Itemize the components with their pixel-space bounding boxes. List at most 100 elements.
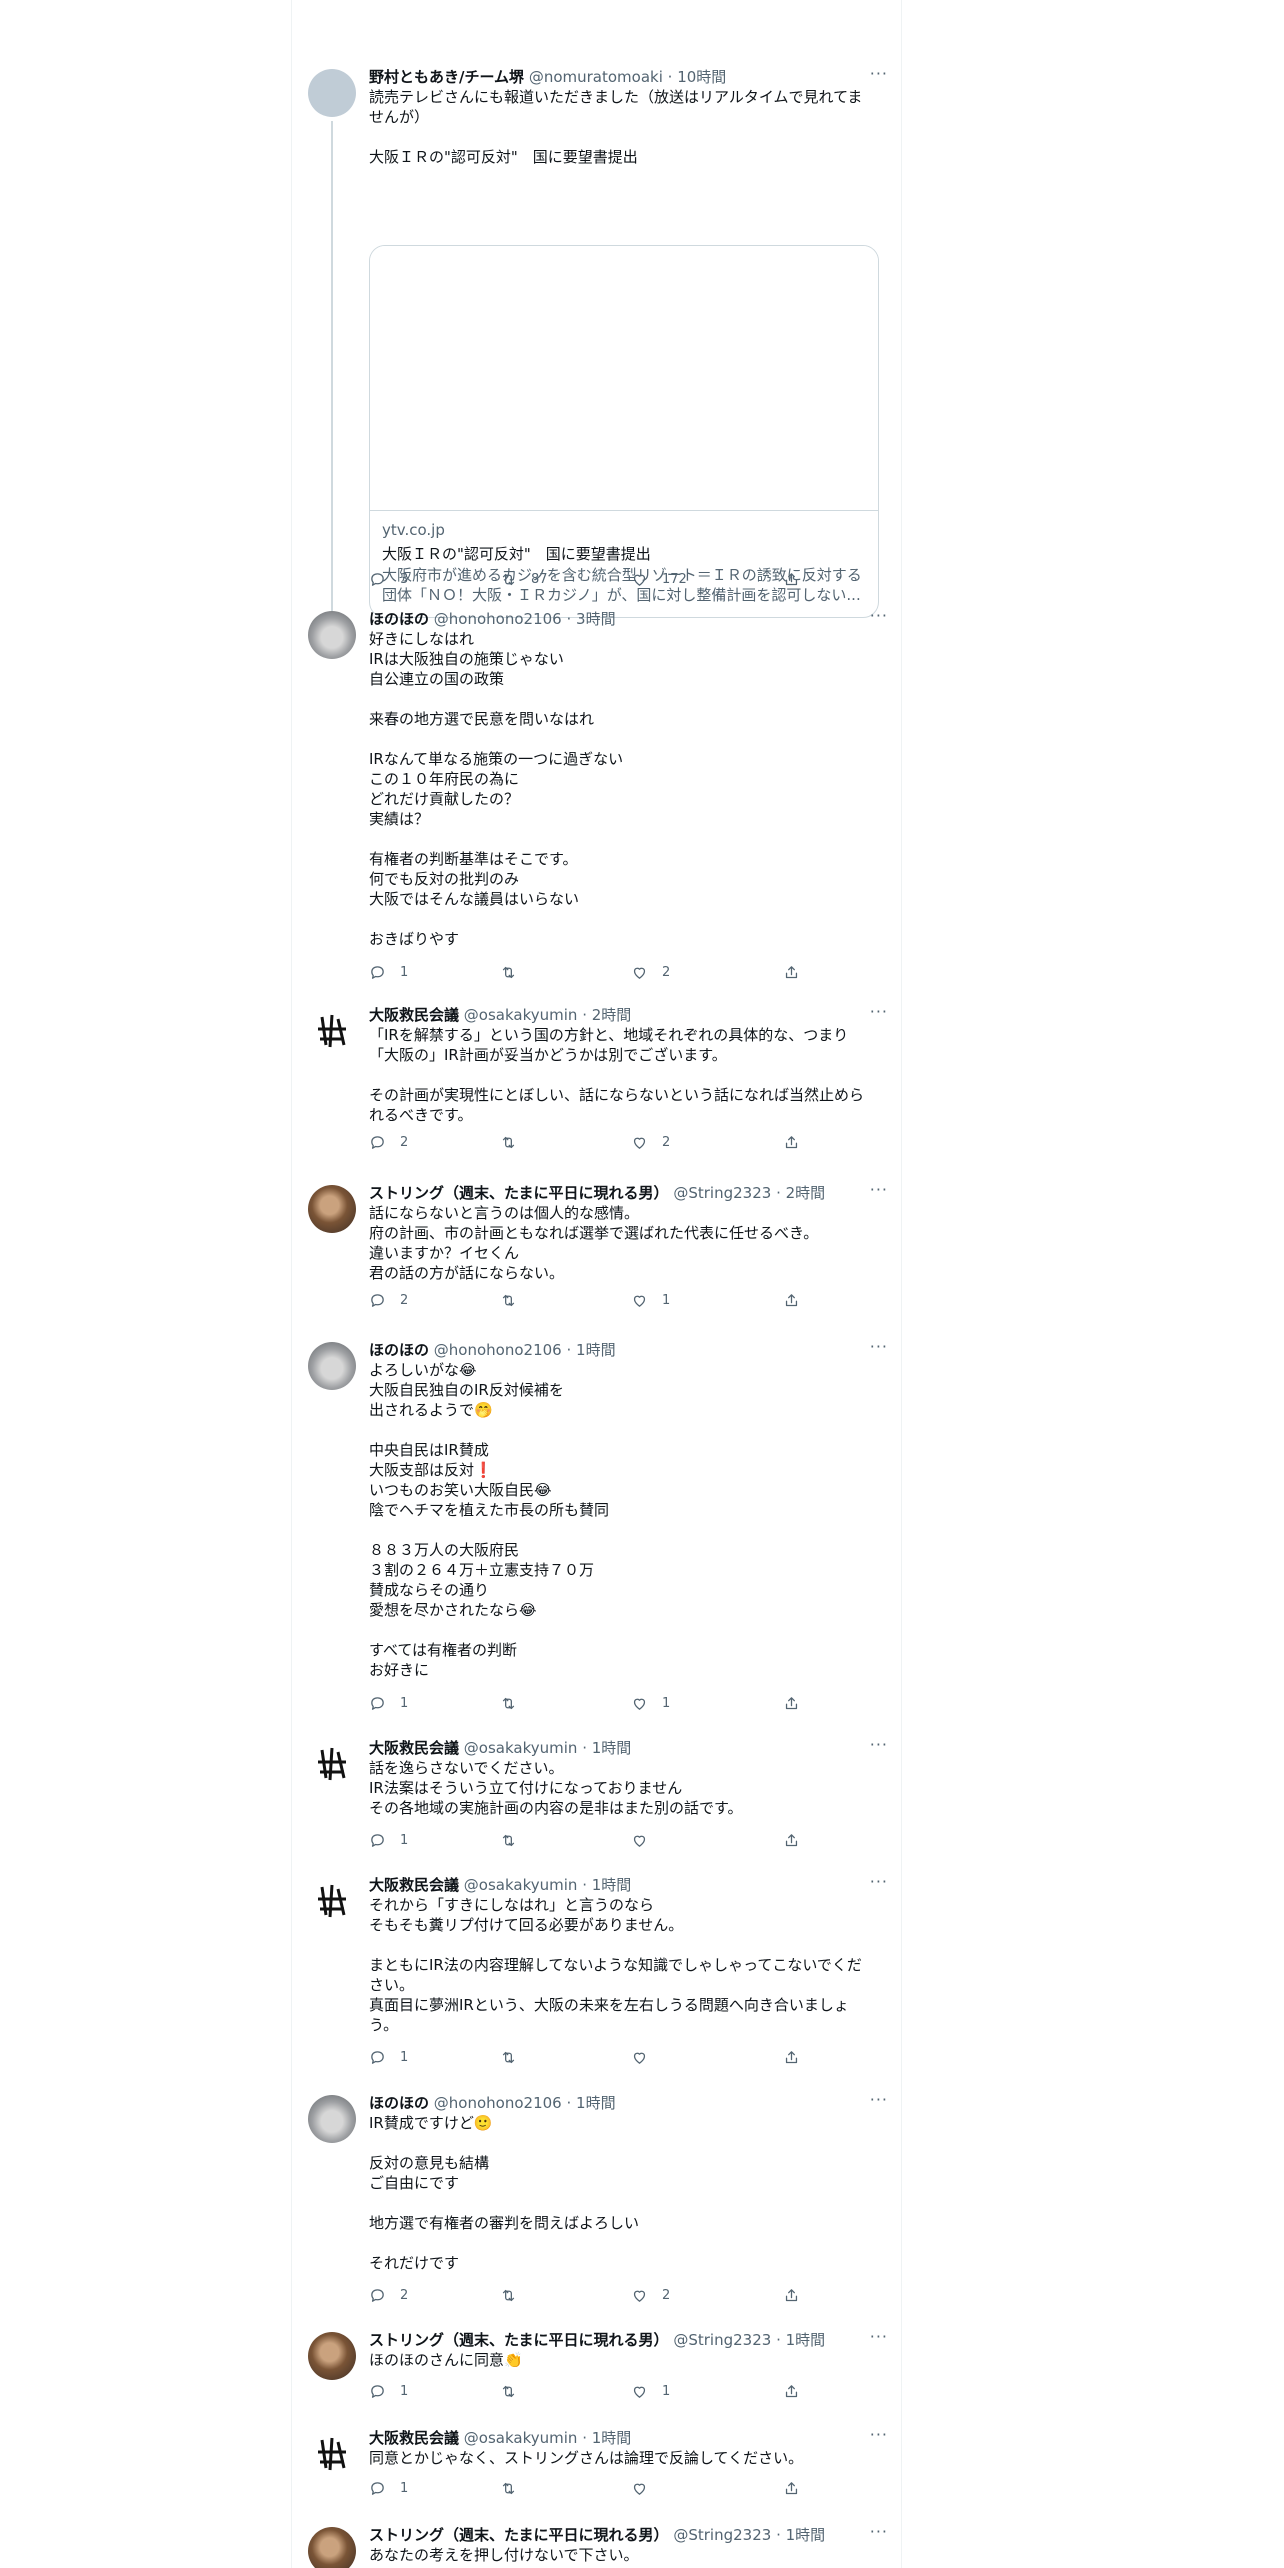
share-button[interactable] bbox=[783, 1290, 800, 1310]
timestamp[interactable]: · 1時間 bbox=[567, 1341, 616, 1359]
share-button[interactable] bbox=[783, 2478, 800, 2498]
timestamp[interactable]: · 2時間 bbox=[582, 1006, 631, 1024]
share-button[interactable] bbox=[783, 1132, 800, 1152]
retweet-button[interactable] bbox=[500, 1290, 531, 1310]
handle[interactable]: @osakakyumin bbox=[464, 1739, 578, 1757]
share-button[interactable] bbox=[783, 1830, 800, 1850]
handle[interactable]: @osakakyumin bbox=[464, 2429, 578, 2447]
handle[interactable]: @String2323 bbox=[673, 1184, 771, 1202]
avatar[interactable] bbox=[308, 2430, 356, 2478]
more-icon[interactable]: ··· bbox=[870, 1002, 888, 1022]
display-name[interactable]: 大阪救民会議 bbox=[369, 2429, 459, 2447]
like-button[interactable]: 1 bbox=[631, 1693, 670, 1713]
avatar[interactable] bbox=[308, 2527, 356, 2568]
tweet[interactable]: 大阪救民会議 @osakakyumin · 1時間 ··· 話を逸らさないでくだ… bbox=[291, 1735, 902, 1855]
display-name[interactable]: 大阪救民会議 bbox=[369, 1876, 459, 1894]
more-icon[interactable]: ··· bbox=[870, 2327, 888, 2347]
share-button[interactable] bbox=[783, 569, 800, 589]
avatar[interactable] bbox=[308, 611, 356, 659]
handle[interactable]: @nomuratomoaki bbox=[529, 68, 663, 86]
timestamp[interactable]: · 1時間 bbox=[776, 2526, 825, 2544]
handle[interactable]: @String2323 bbox=[673, 2331, 771, 2349]
share-button[interactable] bbox=[783, 2047, 800, 2067]
tweet[interactable]: ほのほの @honohono2106 · 1時間 ··· よろしいがな😂 大阪自… bbox=[291, 1337, 902, 1713]
retweet-button[interactable] bbox=[500, 2047, 531, 2067]
tweet[interactable]: ストリング（週末、たまに平日に現れる男） @String2323 · 1時間 ·… bbox=[291, 2327, 902, 2407]
like-button[interactable] bbox=[631, 2478, 662, 2498]
timestamp[interactable]: · 2時間 bbox=[776, 1184, 825, 1202]
handle[interactable]: @String2323 bbox=[673, 2526, 771, 2544]
like-button[interactable]: 2 bbox=[631, 2285, 670, 2305]
display-name[interactable]: 野村ともあき/チーム堺 bbox=[369, 68, 524, 86]
more-icon[interactable]: ··· bbox=[870, 2090, 888, 2110]
retweet-button[interactable] bbox=[500, 1132, 531, 1152]
tweet[interactable]: ほのほの @honohono2106 · 1時間 ··· IR賛成ですけど🙂 反… bbox=[291, 2090, 902, 2310]
handle[interactable]: @osakakyumin bbox=[464, 1876, 578, 1894]
avatar[interactable] bbox=[308, 69, 356, 117]
avatar[interactable] bbox=[308, 2095, 356, 2143]
like-button[interactable]: 2 bbox=[631, 962, 670, 982]
more-icon[interactable]: ··· bbox=[870, 606, 888, 626]
timestamp[interactable]: · 3時間 bbox=[567, 610, 616, 628]
reply-button[interactable]: 1 bbox=[369, 2047, 408, 2067]
more-icon[interactable]: ··· bbox=[870, 1337, 888, 1357]
handle[interactable]: @honohono2106 bbox=[434, 610, 562, 628]
more-icon[interactable]: ··· bbox=[870, 64, 888, 84]
share-button[interactable] bbox=[783, 2381, 800, 2401]
like-button[interactable]: 1 bbox=[631, 2381, 670, 2401]
link-card[interactable]: ytv.co.jp 大阪ＩＲの"認可反対" 国に要望書提出 大阪府市が進めるカジ… bbox=[369, 245, 879, 618]
share-button[interactable] bbox=[783, 1693, 800, 1713]
reply-button[interactable]: 1 bbox=[369, 2478, 408, 2498]
like-button[interactable]: 1 bbox=[631, 1290, 670, 1310]
tweet[interactable]: 大阪救民会議 @osakakyumin · 1時間 ··· 同意とかじゃなく、ス… bbox=[291, 2425, 902, 2505]
like-button[interactable] bbox=[631, 2047, 662, 2067]
display-name[interactable]: ほのほの bbox=[369, 2094, 429, 2112]
display-name[interactable]: 大阪救民会議 bbox=[369, 1739, 459, 1757]
tweet[interactable]: 大阪救民会議 @osakakyumin · 1時間 ··· それから「すきにしな… bbox=[291, 1872, 902, 2072]
display-name[interactable]: ほのほの bbox=[369, 1341, 429, 1359]
retweet-button[interactable] bbox=[500, 2285, 531, 2305]
like-button[interactable]: 172 bbox=[631, 569, 687, 589]
display-name[interactable]: ストリング（週末、たまに平日に現れる男） bbox=[369, 2526, 669, 2544]
avatar[interactable] bbox=[308, 1877, 356, 1925]
timestamp[interactable]: · 1時間 bbox=[582, 1876, 631, 1894]
display-name[interactable]: 大阪救民会議 bbox=[369, 1006, 459, 1024]
tweet[interactable]: 大阪救民会議 @osakakyumin · 2時間 ··· 「IRを解禁する」と… bbox=[291, 1002, 902, 1162]
reply-button[interactable]: 3 bbox=[369, 569, 408, 589]
retweet-button[interactable] bbox=[500, 1693, 531, 1713]
tweet[interactable]: ほのほの @honohono2106 · 3時間 ··· 好きにしなはれ IRは… bbox=[291, 606, 902, 994]
retweet-button[interactable] bbox=[500, 962, 531, 982]
timestamp[interactable]: · 1時間 bbox=[582, 1739, 631, 1757]
reply-button[interactable]: 1 bbox=[369, 1693, 408, 1713]
tweet[interactable]: ストリング（週末、たまに平日に現れる男） @String2323 · 2時間 ·… bbox=[291, 1180, 902, 1320]
avatar[interactable] bbox=[308, 1185, 356, 1233]
reply-button[interactable]: 2 bbox=[369, 2285, 408, 2305]
retweet-button[interactable] bbox=[500, 2381, 531, 2401]
handle[interactable]: @osakakyumin bbox=[464, 1006, 578, 1024]
retweet-button[interactable]: 87 bbox=[500, 569, 548, 589]
avatar[interactable] bbox=[308, 1740, 356, 1788]
reply-button[interactable]: 1 bbox=[369, 1830, 408, 1850]
share-button[interactable] bbox=[783, 2285, 800, 2305]
like-button[interactable] bbox=[631, 1830, 662, 1850]
handle[interactable]: @honohono2106 bbox=[434, 1341, 562, 1359]
timestamp[interactable]: · 1時間 bbox=[567, 2094, 616, 2112]
reply-button[interactable]: 1 bbox=[369, 962, 408, 982]
handle[interactable]: @honohono2106 bbox=[434, 2094, 562, 2112]
share-button[interactable] bbox=[783, 962, 800, 982]
display-name[interactable]: ストリング（週末、たまに平日に現れる男） bbox=[369, 2331, 669, 2349]
timestamp[interactable]: · 1時間 bbox=[776, 2331, 825, 2349]
display-name[interactable]: ストリング（週末、たまに平日に現れる男） bbox=[369, 1184, 669, 1202]
more-icon[interactable]: ··· bbox=[870, 1735, 888, 1755]
tweet[interactable]: ストリング（週末、たまに平日に現れる男） @String2323 · 1時間 ·… bbox=[291, 2522, 902, 2568]
avatar[interactable] bbox=[308, 1007, 356, 1055]
tweet[interactable]: 野村ともあき/チーム堺 @nomuratomoaki · 10時間 ··· 読売… bbox=[291, 64, 902, 618]
retweet-button[interactable] bbox=[500, 1830, 531, 1850]
more-icon[interactable]: ··· bbox=[870, 1180, 888, 1200]
reply-button[interactable]: 2 bbox=[369, 1290, 408, 1310]
timestamp[interactable]: · 1時間 bbox=[582, 2429, 631, 2447]
timestamp[interactable]: · 10時間 bbox=[668, 68, 727, 86]
reply-button[interactable]: 1 bbox=[369, 2381, 408, 2401]
avatar[interactable] bbox=[308, 1342, 356, 1390]
more-icon[interactable]: ··· bbox=[870, 2522, 888, 2542]
